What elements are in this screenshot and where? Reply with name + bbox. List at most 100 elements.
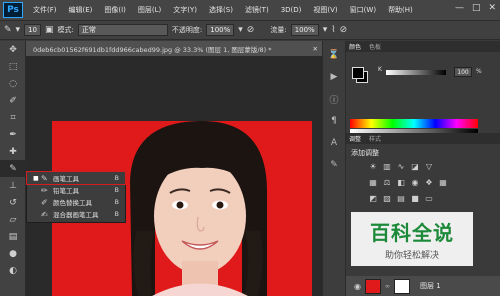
channel-mixer-icon[interactable]: ❖	[424, 177, 434, 187]
marquee-tool-icon[interactable]: ⬚	[0, 58, 26, 75]
mode-label: 模式:	[57, 26, 74, 34]
clone-stamp-icon[interactable]: ⊥	[0, 177, 26, 194]
airbrush-icon[interactable]: ⌇	[331, 25, 335, 35]
brush-icon: ✎	[41, 173, 48, 183]
tab-swatches[interactable]: 色板	[369, 42, 381, 51]
document-area: 0deb6cb01562f691db1fdd966cabed99.jpg @ 3…	[26, 41, 322, 296]
exposure-icon[interactable]: ◪	[410, 161, 420, 171]
lasso-tool-icon[interactable]: ◌	[0, 75, 26, 92]
color-balance-icon[interactable]: ⚖	[382, 177, 392, 187]
close-tab-icon[interactable]: ✕	[313, 45, 318, 53]
invert-icon[interactable]: ◩	[368, 193, 378, 203]
menu-3d[interactable]: 3D(D)	[275, 6, 308, 14]
options-bar: ✎ ▾ 10 ▣ 模式: 正常 不透明度: 100% ▾ ⊘ 流量: 100% …	[0, 20, 500, 40]
menu-view[interactable]: 视图(V)	[307, 5, 343, 15]
selective-color-icon[interactable]: ■	[410, 193, 420, 203]
menu-image[interactable]: 图像(I)	[98, 5, 132, 15]
curves-icon[interactable]: ∿	[396, 161, 406, 171]
dodge-tool-icon[interactable]: ◐	[0, 262, 26, 279]
visibility-eye-icon[interactable]: ◉	[354, 282, 361, 291]
minimize-icon[interactable]: —	[455, 3, 464, 13]
window-controls: — □ ✕	[455, 3, 496, 13]
posterize-icon[interactable]: ▨	[382, 193, 392, 203]
blur-tool-icon[interactable]: ●	[0, 245, 26, 262]
pencil-icon: ✏	[41, 185, 48, 195]
menu-help[interactable]: 帮助(H)	[382, 5, 419, 15]
layer-thumbnail[interactable]	[364, 278, 381, 294]
character-panel-icon[interactable]: A	[323, 135, 345, 151]
chevron-down-icon[interactable]: ▾	[323, 25, 328, 35]
flyout-pencil-tool[interactable]: ✏ 铅笔工具 B	[27, 184, 125, 196]
k-channel-slider[interactable]	[386, 70, 446, 75]
threshold-icon[interactable]: ▤	[396, 193, 406, 203]
document-tab[interactable]: 0deb6cb01562f691db1fdd966cabed99.jpg @ 3…	[26, 41, 322, 56]
mode-select[interactable]: 正常	[77, 24, 168, 36]
eraser-tool-icon[interactable]: ▱	[0, 211, 26, 228]
flyout-color-replace-tool[interactable]: ✐ 颜色替换工具 B	[27, 196, 125, 208]
flyout-brush-tool[interactable]: ■ ✎ 画笔工具 B	[26, 171, 126, 185]
adjustments-panel-tabs: 调整 样式	[346, 133, 500, 144]
brightness-icon[interactable]: ☀	[368, 161, 378, 171]
chevron-down-icon[interactable]: ▾	[238, 25, 243, 35]
k-unit: %	[476, 68, 482, 75]
chevron-down-icon[interactable]: ▾	[16, 25, 21, 35]
gradient-map-icon[interactable]: ▭	[424, 193, 434, 203]
crop-tool-icon[interactable]: ⌗	[0, 109, 26, 126]
foreground-color-swatch[interactable]	[352, 67, 364, 79]
tab-adjustments[interactable]: 调整	[349, 134, 361, 143]
info-panel-icon[interactable]: ⓘ	[323, 91, 345, 107]
paragraph-panel-icon[interactable]: ¶	[323, 113, 345, 129]
history-panel-icon[interactable]: ⌛	[323, 47, 345, 63]
levels-icon[interactable]: ▥	[382, 161, 392, 171]
menu-layer[interactable]: 图层(L)	[132, 5, 167, 15]
pressure-opacity-icon[interactable]: ⊘	[247, 25, 255, 35]
quick-select-icon[interactable]: ✐	[0, 92, 26, 109]
photo-filter-icon[interactable]: ◉	[410, 177, 420, 187]
layer-row[interactable]: ◉ ∞ 图层 1	[346, 276, 500, 296]
k-channel-label: K	[378, 66, 382, 73]
brush-panel-icon[interactable]: ▣	[45, 25, 54, 35]
vibrance-icon[interactable]: ▽	[424, 161, 434, 171]
tools-panel: ✥ ⬚ ◌ ✐ ⌗ ✒ ✚ ✎ ⊥ ↺ ▱ ▤ ● ◐	[0, 41, 26, 296]
watermark-title: 百科全说	[370, 221, 454, 245]
menu-file[interactable]: 文件(F)	[27, 5, 63, 15]
flyout-shortcut: B	[114, 210, 119, 218]
menu-edit[interactable]: 编辑(E)	[63, 5, 99, 15]
menu-select[interactable]: 选择(S)	[203, 5, 239, 15]
brush-preset-icon[interactable]: ✎	[4, 25, 12, 35]
close-icon[interactable]: ✕	[488, 3, 496, 13]
flow-field[interactable]: 100%	[290, 24, 319, 36]
k-channel-value[interactable]: 100	[454, 67, 472, 77]
black-white-icon[interactable]: ◧	[396, 177, 406, 187]
hue-saturation-icon[interactable]: ▦	[368, 177, 378, 187]
gradient-tool-icon[interactable]: ▤	[0, 228, 26, 245]
menu-window[interactable]: 窗口(W)	[344, 5, 382, 15]
tab-styles[interactable]: 样式	[369, 134, 381, 143]
flyout-item-label: 混合器画笔工具	[53, 211, 99, 219]
brush-size-picker[interactable]: 10	[24, 24, 41, 36]
flyout-shortcut: B	[114, 186, 119, 194]
tab-color[interactable]: 颜色	[349, 42, 361, 51]
color-spectrum-bar[interactable]	[350, 119, 478, 128]
flyout-mixer-brush-tool[interactable]: ✍ 混合器画笔工具 B	[27, 208, 125, 220]
brush-presets-icon[interactable]: ✎	[323, 157, 345, 173]
mixer-brush-icon: ✍	[41, 209, 48, 219]
move-tool-icon[interactable]: ✥	[0, 41, 26, 58]
healing-brush-icon[interactable]: ✚	[0, 143, 26, 160]
opacity-field[interactable]: 100%	[206, 24, 235, 36]
collapsed-panel-dock: ⌛ ▶ ⓘ ¶ A ✎	[322, 41, 346, 296]
layer-mask-thumbnail[interactable]	[393, 278, 410, 294]
maximize-icon[interactable]: □	[472, 3, 481, 13]
menu-filter[interactable]: 滤镜(T)	[239, 5, 275, 15]
menu-type[interactable]: 文字(Y)	[167, 5, 203, 15]
pressure-size-icon[interactable]: ⊘	[340, 25, 348, 35]
watermark: 百科全说 助你轻松解决	[351, 212, 473, 266]
play-actions-icon[interactable]: ▶	[323, 69, 345, 85]
color-lookup-icon[interactable]: ▦	[438, 177, 448, 187]
document-title: 0deb6cb01562f691db1fdd966cabed99.jpg @ 3…	[33, 45, 272, 54]
history-brush-icon[interactable]: ↺	[0, 194, 26, 211]
brush-tool-icon[interactable]: ✎	[0, 160, 26, 177]
eyedropper-icon[interactable]: ✒	[0, 126, 26, 143]
brush-tool-flyout: ■ ✎ 画笔工具 B ✏ 铅笔工具 B ✐ 颜色替换工具 B ✍ 混合器画笔工具…	[26, 171, 126, 223]
chain-link-icon[interactable]: ∞	[385, 283, 390, 290]
